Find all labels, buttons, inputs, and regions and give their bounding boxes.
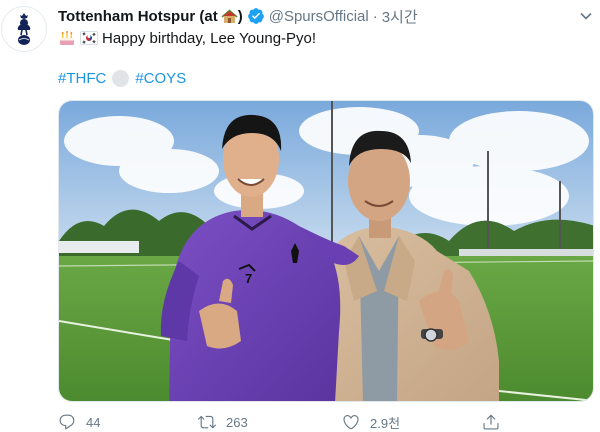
- hashtag-coys[interactable]: #COYS: [135, 70, 186, 87]
- reply-button[interactable]: 44: [58, 413, 100, 431]
- author-name[interactable]: Tottenham Hotspur (at: [58, 8, 218, 25]
- avatar[interactable]: [1, 6, 47, 52]
- tweet-actions: 44 263 2.9천: [58, 412, 594, 432]
- reply-count: 44: [86, 414, 101, 430]
- like-count: 2.9천: [370, 415, 401, 431]
- tweet-timestamp[interactable]: 3시간: [382, 6, 418, 27]
- retweet-button[interactable]: 263: [198, 413, 248, 431]
- south-korea-flag-emoji-icon: [80, 31, 98, 45]
- cake-emoji-icon: [58, 29, 76, 47]
- separator-dot: ·: [372, 7, 378, 25]
- spurs-cockerel-logo-icon: [17, 13, 31, 45]
- share-button[interactable]: [482, 413, 500, 431]
- svg-text:7: 7: [245, 271, 252, 286]
- verified-badge-icon: [247, 7, 265, 25]
- hashtag-thfc[interactable]: #THFC: [58, 70, 106, 87]
- white-circle-emoji-icon: [112, 69, 130, 87]
- tweet-body: Happy birthday, Lee Young-Pyo!: [58, 28, 316, 48]
- share-icon: [483, 414, 499, 430]
- chevron-down-icon[interactable]: [576, 6, 596, 26]
- heart-icon: [343, 415, 359, 430]
- retweet-count: 263: [226, 414, 248, 430]
- retweet-icon: [198, 415, 216, 429]
- like-button[interactable]: 2.9천: [342, 413, 400, 432]
- author-name-suffix: ): [237, 7, 243, 25]
- author-handle[interactable]: @SpursOfficial: [269, 8, 369, 25]
- tweet-header: Tottenham Hotspur (at ) @SpursOfficial ·…: [58, 6, 418, 26]
- house-emoji-icon: [221, 8, 238, 24]
- reply-icon: [59, 414, 75, 430]
- hashtag-line: #THFC #COYS: [58, 68, 186, 88]
- tweet-photo[interactable]: 7: [58, 100, 594, 402]
- tweet-text: Happy birthday, Lee Young-Pyo!: [102, 29, 317, 47]
